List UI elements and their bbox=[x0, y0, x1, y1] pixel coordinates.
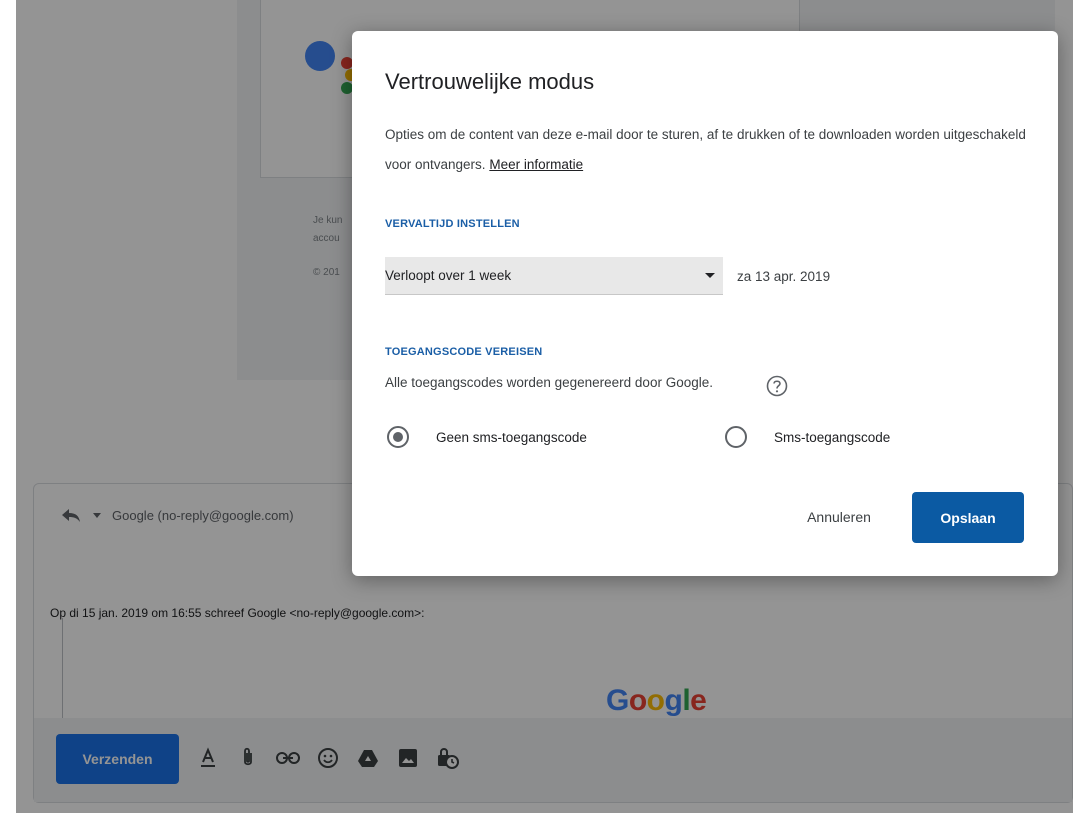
sms-passcode-radio[interactable] bbox=[725, 426, 747, 448]
left-margin-strip bbox=[0, 0, 16, 813]
dialog-description-text: Opties om de content van deze e-mail doo… bbox=[385, 127, 1026, 172]
confidential-mode-dialog: Vertrouwelijke modus Opties om de conten… bbox=[352, 31, 1058, 576]
no-sms-passcode-option[interactable]: Geen sms-toegangscode bbox=[387, 426, 587, 448]
passcode-heading: TOEGANGSCODE VEREISEN bbox=[385, 346, 543, 358]
sms-passcode-option[interactable]: Sms-toegangscode bbox=[725, 426, 890, 448]
cancel-button[interactable]: Annuleren bbox=[790, 497, 888, 537]
dialog-description: Opties om de content van deze e-mail doo… bbox=[385, 120, 1035, 180]
expiry-heading: VERVALTIJD INSTELLEN bbox=[385, 218, 520, 230]
more-info-link[interactable]: Meer informatie bbox=[489, 157, 583, 172]
no-sms-passcode-radio[interactable] bbox=[387, 426, 409, 448]
expiry-select[interactable]: Verloopt over 1 week bbox=[385, 257, 723, 295]
no-sms-passcode-label[interactable]: Geen sms-toegangscode bbox=[436, 430, 587, 445]
save-button[interactable]: Opslaan bbox=[912, 492, 1024, 543]
help-icon[interactable] bbox=[766, 375, 788, 397]
dialog-title: Vertrouwelijke modus bbox=[385, 69, 595, 94]
chevron-down-icon bbox=[705, 273, 715, 278]
expiry-date: za 13 apr. 2019 bbox=[737, 269, 831, 284]
sms-passcode-label[interactable]: Sms-toegangscode bbox=[774, 430, 890, 445]
passcode-note: Alle toegangscodes worden gegenereerd do… bbox=[385, 375, 713, 390]
expiry-select-value: Verloopt over 1 week bbox=[385, 268, 512, 283]
